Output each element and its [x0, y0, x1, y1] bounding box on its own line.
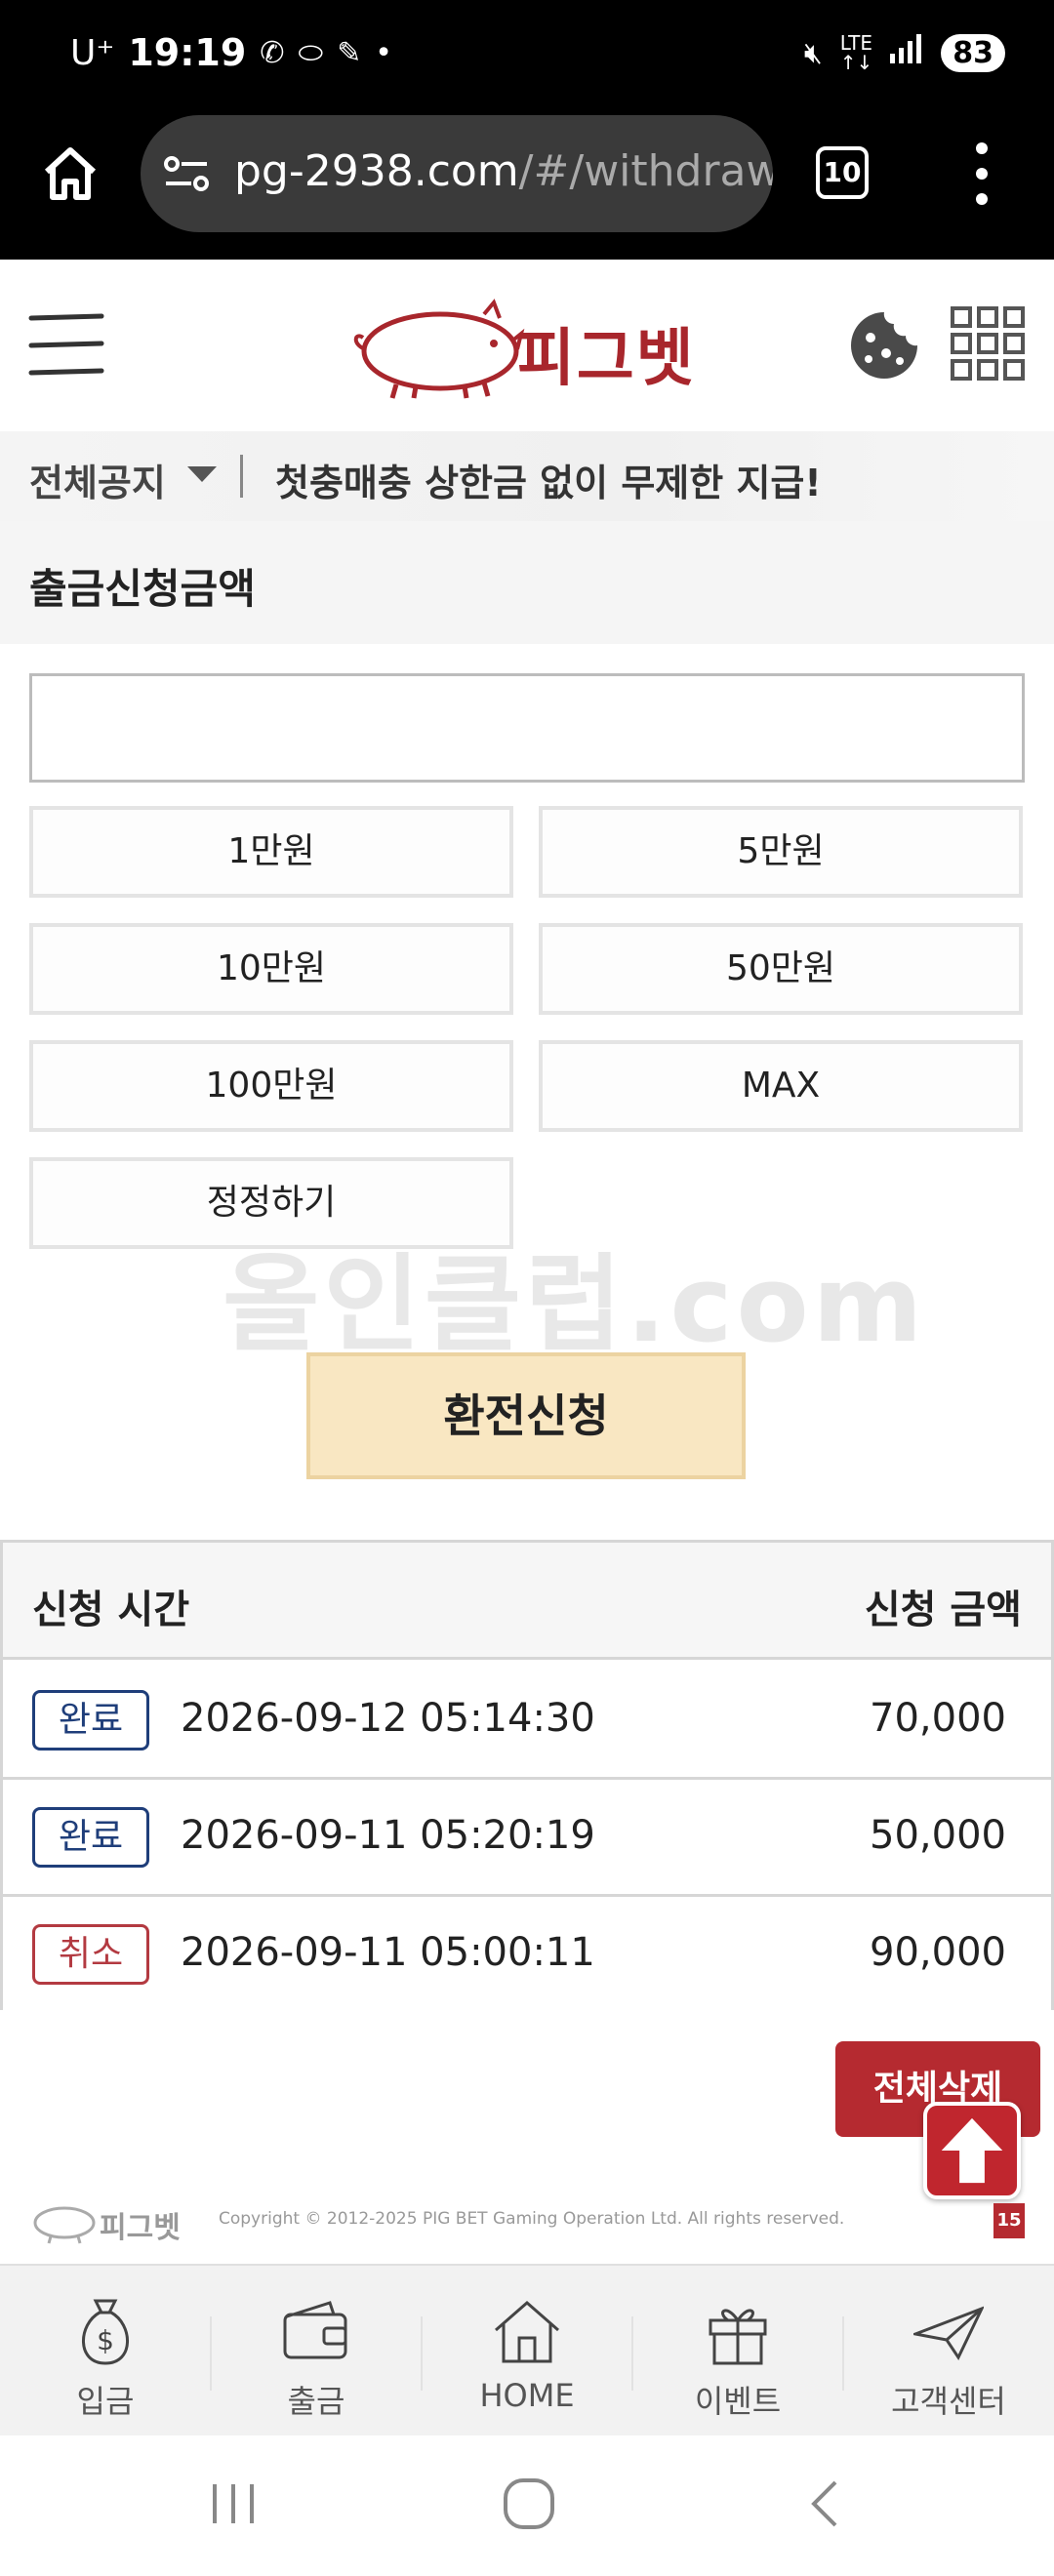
caret-down-icon[interactable] — [187, 466, 217, 482]
status-right: 🔇︎ LTE ↑↓ 83 — [804, 33, 1005, 72]
site-logo-text[interactable]: 피그벳 — [517, 308, 696, 398]
column-header-time: 신청 시간 — [32, 1588, 190, 1632]
table-row: 취소 2026-09-11 05:00:11 90,000 — [3, 1897, 1051, 2014]
request-amount: 70,000 — [870, 1696, 1006, 1741]
signal-icon — [890, 34, 923, 71]
brush-icon: ✎ — [337, 35, 362, 70]
table-row: 완료 2026-09-11 05:20:19 50,000 — [3, 1780, 1051, 1897]
nav-deposit[interactable]: $ 입금 — [0, 2266, 211, 2437]
house-icon — [495, 2301, 559, 2363]
footer-logo-text: 피그벳 — [100, 2211, 181, 2245]
nav-support[interactable]: 고객센터 — [843, 2266, 1054, 2437]
nav-label: 고객센터 — [891, 2383, 1006, 2420]
svg-text:$: $ — [97, 2324, 114, 2356]
system-navigation-bar — [0, 2435, 1054, 2576]
nav-label: 출금 — [287, 2383, 345, 2420]
request-datetime: 2026-09-11 05:20:19 — [181, 1813, 595, 1858]
url-text[interactable]: pg-2938.com/#/withdraw — [234, 146, 773, 196]
copyright-text: Copyright © 2012-2025 PIG BET Gaming Ope… — [219, 2209, 845, 2229]
max-amount-button[interactable]: MAX — [539, 1040, 1023, 1132]
carrier-label: U⁺ — [70, 32, 115, 73]
quick-amount-button[interactable]: 50만원 — [539, 923, 1023, 1015]
hamburger-menu-icon[interactable] — [27, 310, 105, 379]
section-title: 출금신청금액 — [29, 565, 256, 613]
wallet-icon — [283, 2301, 347, 2359]
notice-category[interactable]: 전체공지 — [29, 453, 166, 506]
mute-icon: 🔇︎ — [803, 35, 823, 70]
lte-icon: LTE ↑↓ — [839, 31, 873, 74]
nav-event[interactable]: 이벤트 — [632, 2266, 843, 2437]
pill-icon: ⬭ — [298, 35, 324, 70]
nav-label: 입금 — [76, 2383, 135, 2420]
recent-apps-icon[interactable] — [209, 2482, 258, 2525]
site-header: 피그벳 — [0, 260, 1054, 431]
tab-switcher-button[interactable]: 10 — [816, 146, 869, 199]
withdraw-amount-input[interactable] — [29, 673, 1025, 783]
quick-amount-button[interactable]: 100만원 — [29, 1040, 513, 1132]
status-badge: 완료 — [32, 1807, 149, 1868]
dot-icon: • — [375, 35, 392, 70]
browser-menu-icon[interactable] — [972, 141, 992, 207]
nav-withdraw[interactable]: 출금 — [211, 2266, 422, 2437]
notice-text[interactable]: 첫충매충 상한금 없이 무제한 지급! — [275, 453, 822, 506]
quick-amount-button[interactable]: 1만원 — [29, 806, 513, 898]
table-header: 신청 시간 신청 금액 — [3, 1543, 1051, 1660]
scroll-to-top-icon[interactable] — [923, 2102, 1021, 2199]
table-row: 완료 2026-09-12 05:14:30 70,000 — [3, 1663, 1051, 1780]
status-badge: 취소 — [32, 1924, 149, 1985]
grid-menu-icon[interactable] — [951, 306, 1025, 381]
bottom-navigation: $ 입금 출금 HOME 이벤트 고객센터 — [0, 2264, 1054, 2435]
status-bar: U⁺ 19:19 ✆ ⬭ ✎ • 🔇︎ LTE ↑↓ 83 — [0, 0, 1054, 115]
request-datetime: 2026-09-11 05:00:11 — [181, 1930, 595, 1975]
nav-label: 이벤트 — [694, 2383, 782, 2420]
system-home-icon[interactable] — [502, 2476, 556, 2531]
address-bar[interactable]: pg-2938.com/#/withdraw — [141, 115, 773, 232]
nav-label: HOME — [479, 2377, 575, 2414]
url-domain: pg-2938.com — [234, 146, 519, 196]
money-bag-icon: $ — [82, 2299, 129, 2365]
quick-amount-button[interactable]: 10만원 — [29, 923, 513, 1015]
clock: 19:19 — [128, 31, 247, 74]
request-amount: 90,000 — [870, 1930, 1006, 1975]
cookie-icon[interactable] — [847, 308, 921, 382]
watermark: 올인클럽.com — [223, 1244, 927, 1366]
nav-home[interactable]: HOME — [422, 2266, 632, 2437]
notice-divider — [240, 455, 243, 498]
paper-plane-icon — [913, 2306, 984, 2361]
withdraw-submit-button[interactable]: 환전신청 — [306, 1352, 746, 1479]
status-left: U⁺ 19:19 ✆ ⬭ ✎ • — [70, 31, 392, 74]
column-header-amount: 신청 금액 — [864, 1588, 1022, 1632]
age-rating-badge: 15 — [993, 2203, 1025, 2238]
browser-home-icon[interactable] — [39, 142, 101, 205]
request-amount: 50,000 — [870, 1813, 1006, 1858]
back-icon[interactable] — [806, 2478, 841, 2529]
status-badge: 완료 — [32, 1690, 149, 1751]
browser-toolbar: pg-2938.com/#/withdraw 10 — [0, 115, 1054, 260]
notice-bar: 전체공지 첫충매충 상한금 없이 무제한 지급! — [0, 431, 1054, 521]
notification-icon: ✆ — [260, 35, 285, 70]
withdraw-section-header: 출금신청금액 — [0, 521, 1054, 644]
url-path: /#/withdraw — [518, 146, 773, 196]
battery-indicator: 83 — [941, 33, 1005, 72]
gift-icon — [709, 2309, 767, 2365]
withdraw-history-table: 신청 시간 신청 금액 완료 2026-09-12 05:14:30 70,00… — [0, 1540, 1054, 2014]
quick-amount-button[interactable]: 5만원 — [539, 806, 1023, 898]
request-datetime: 2026-09-12 05:14:30 — [181, 1696, 595, 1741]
site-settings-icon[interactable] — [164, 154, 209, 193]
